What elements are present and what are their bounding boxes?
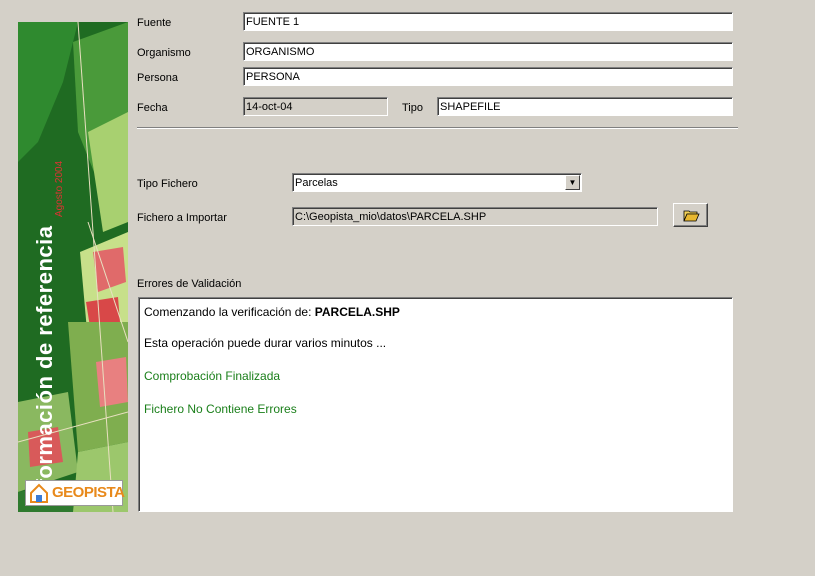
chevron-down-icon[interactable]: ▼ [565,175,580,190]
validation-line-3: Comprobación Finalizada [144,369,281,383]
validation-prefix: Comenzando la verificación de: [144,305,315,319]
validation-file: PARCELA.SHP [314,305,400,319]
validation-line-1: Comenzando la verificación de: PARCELA.S… [144,305,727,319]
tipo-fichero-label: Tipo Fichero [137,178,198,190]
fuente-field[interactable]: FUENTE 1 [243,12,733,31]
fichero-label: Fichero a Importar [137,212,227,224]
organismo-label: Organismo [137,47,191,59]
fichero-field: C:\Geopista_mio\datos\PARCELA.SHP [292,207,658,226]
validation-line-4: Fichero No Contiene Errores [144,402,297,416]
fecha-field: 14-oct-04 [243,97,388,116]
separator [137,127,738,129]
house-icon [30,483,48,503]
organismo-field[interactable]: ORGANISMO [243,42,733,61]
persona-label: Persona [137,72,178,84]
persona-field[interactable]: PERSONA [243,67,733,86]
fuente-label: Fuente [137,17,172,29]
tipo-fichero-selected: Parcelas [295,177,338,189]
tipo-fichero-select[interactable]: Parcelas ▼ [292,173,582,192]
geopista-logo: GEOPISTA [25,480,125,506]
folder-open-icon [683,210,700,222]
tipo-field[interactable]: SHAPEFILE [437,97,733,116]
open-file-button[interactable] [673,203,708,227]
fecha-label: Fecha [137,102,168,114]
validation-output: Comenzando la verificación de: PARCELA.S… [138,297,733,512]
validation-line-2: Esta operación puede durar varios minuto… [144,336,387,350]
side-banner: Agosto 2004 Información de referencia GE… [18,22,128,512]
validation-label: Errores de Validación [137,278,242,290]
tipo-label: Tipo [402,102,423,114]
banner-title: Información de referencia [32,225,57,507]
logo-text: GEOPISTA [52,484,125,501]
